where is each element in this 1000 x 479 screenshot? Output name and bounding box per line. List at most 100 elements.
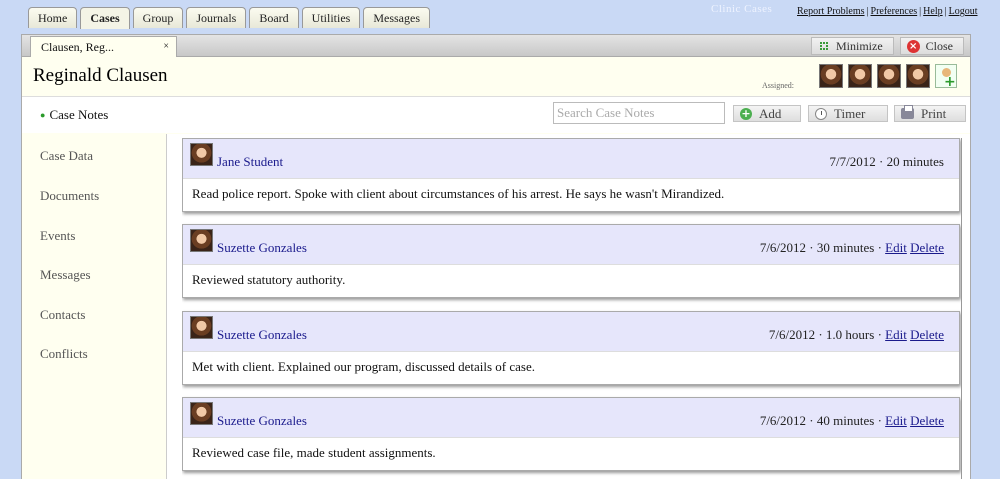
tab-group[interactable]: Group — [132, 7, 184, 28]
note-text: Reviewed statutory authority. — [192, 272, 346, 287]
minimize-button[interactable]: Minimize — [810, 37, 894, 55]
edit-note-link[interactable]: Edit — [885, 240, 907, 255]
section-title: ● Case Notes — [40, 107, 108, 123]
delete-note-link[interactable]: Delete — [910, 327, 944, 342]
note-author[interactable]: Suzette Gonzales — [217, 240, 307, 256]
case-tab-label: Clausen, Reg... — [41, 40, 114, 54]
add-label: Add — [759, 106, 782, 121]
avatar[interactable] — [906, 64, 930, 88]
assigned-users — [819, 64, 957, 90]
tab-home[interactable]: Home — [28, 7, 78, 28]
meta-separator: · — [878, 154, 884, 169]
case-header: Reginald Clausen Assigned: — [22, 57, 970, 97]
edit-note-link[interactable]: Edit — [885, 327, 907, 342]
note-author[interactable]: Suzette Gonzales — [217, 327, 307, 343]
report-problems-link[interactable]: Report Problems — [797, 6, 865, 17]
notes-toolbar: ●Case Notes + Add Timer Print — [22, 97, 970, 133]
meta-separator: · — [877, 413, 882, 428]
tab-cases[interactable]: Cases — [80, 7, 130, 29]
delete-note-link[interactable]: Delete — [910, 240, 944, 255]
tab-board[interactable]: Board — [249, 7, 299, 28]
minimize-label: Minimize — [835, 39, 883, 53]
case-tab[interactable]: Clausen, Reg... × — [30, 36, 177, 57]
clock-icon — [815, 107, 827, 120]
note-date: 7/6/2012 — [768, 327, 816, 342]
note-header: Suzette Gonzales 7/6/2012 · 30 minutes ·… — [183, 225, 959, 265]
link-separator: | — [944, 6, 947, 17]
note-date: 7/6/2012 — [759, 240, 807, 255]
meta-separator: · — [877, 240, 882, 255]
main-tabs: Home Cases Group Journals Board Utilitie… — [28, 7, 431, 29]
logout-link[interactable]: Logout — [949, 6, 978, 17]
close-tab-icon[interactable]: × — [163, 37, 169, 57]
case-notes-list: Jane Student 7/7/2012 · 20 minutes Read … — [182, 138, 962, 479]
minimize-icon — [818, 40, 830, 52]
close-label: Close — [925, 39, 953, 53]
note-header: Suzette Gonzales 7/6/2012 · 40 minutes ·… — [183, 398, 959, 438]
sidebar-item-events[interactable]: Events — [40, 228, 75, 244]
note-duration: 20 minutes — [886, 154, 944, 169]
tab-utilities[interactable]: Utilities — [301, 7, 361, 28]
close-icon: × — [906, 39, 920, 53]
note-meta: 7/6/2012 · 1.0 hours · Edit Delete — [769, 327, 944, 343]
link-separator: | — [866, 6, 869, 17]
printer-icon — [901, 105, 914, 119]
note-duration: 40 minutes — [816, 413, 875, 428]
note-date: 7/7/2012 — [829, 154, 876, 169]
edit-note-link[interactable]: Edit — [885, 413, 907, 428]
sidebar-item-conflicts[interactable]: Conflicts — [40, 346, 88, 362]
case-note: Jane Student 7/7/2012 · 20 minutes Read … — [182, 138, 960, 212]
note-meta: 7/7/2012 · 20 minutes — [830, 154, 945, 170]
add-user-icon[interactable] — [935, 64, 957, 90]
avatar[interactable] — [819, 64, 843, 88]
preferences-link[interactable]: Preferences — [871, 6, 918, 17]
brand-logo: Clinic Cases — [711, 3, 773, 15]
note-meta: 7/6/2012 · 40 minutes · Edit Delete — [760, 413, 944, 429]
note-text: Met with client. Explained our program, … — [192, 359, 535, 374]
print-button[interactable]: Print — [894, 105, 966, 122]
note-text: Read police report. Spoke with client ab… — [192, 186, 725, 201]
note-duration: 30 minutes — [816, 240, 875, 255]
note-duration: 1.0 hours — [825, 327, 875, 342]
bullet-icon: ● — [40, 110, 46, 120]
case-title: Reginald Clausen — [33, 65, 168, 86]
note-date: 7/6/2012 — [759, 413, 807, 428]
search-input[interactable] — [553, 102, 725, 124]
avatar[interactable] — [877, 64, 901, 88]
note-header: Jane Student 7/7/2012 · 20 minutes — [183, 139, 959, 179]
sidebar-item-messages[interactable]: Messages — [40, 267, 91, 283]
case-content: Case Data Documents Events Messages Cont… — [22, 134, 970, 479]
help-link[interactable]: Help — [923, 6, 942, 17]
avatar — [190, 143, 213, 166]
note-header: Suzette Gonzales 7/6/2012 · 1.0 hours · … — [183, 312, 959, 352]
top-navigation: Home Cases Group Journals Board Utilitie… — [0, 0, 1000, 29]
case-note: Suzette Gonzales 7/6/2012 · 1.0 hours · … — [182, 311, 960, 385]
sidebar-item-contacts[interactable]: Contacts — [40, 307, 86, 323]
avatar — [190, 316, 213, 339]
avatar[interactable] — [848, 64, 872, 88]
sidebar-item-case-data[interactable]: Case Data — [40, 148, 93, 164]
meta-separator: · — [818, 327, 823, 342]
meta-separator: · — [809, 240, 814, 255]
note-author[interactable]: Jane Student — [217, 154, 283, 170]
print-label: Print — [921, 106, 947, 121]
avatar — [190, 402, 213, 425]
case-note: Suzette Gonzales 7/6/2012 · 40 minutes ·… — [182, 397, 960, 471]
tab-journals[interactable]: Journals — [186, 7, 247, 28]
delete-note-link[interactable]: Delete — [910, 413, 944, 428]
add-icon: + — [740, 106, 752, 120]
note-text: Reviewed case file, made student assignm… — [192, 445, 436, 460]
sidebar-item-documents[interactable]: Documents — [40, 188, 99, 204]
note-author[interactable]: Suzette Gonzales — [217, 413, 307, 429]
case-note: Suzette Gonzales 7/6/2012 · 30 minutes ·… — [182, 224, 960, 298]
timer-button[interactable]: Timer — [808, 105, 888, 122]
assigned-label: Assigned: — [762, 81, 794, 90]
tab-messages[interactable]: Messages — [363, 7, 431, 28]
utility-links: Report Problems | Preferences | Help | Logout — [797, 6, 978, 17]
case-window: Clausen, Reg... × Minimize × Close Regin… — [21, 34, 971, 479]
close-button[interactable]: × Close — [899, 37, 964, 55]
link-separator: | — [919, 6, 922, 17]
add-button[interactable]: + Add — [733, 105, 801, 122]
window-titlebar: Clausen, Reg... × Minimize × Close — [22, 35, 970, 57]
window-controls: Minimize × Close — [810, 37, 964, 55]
